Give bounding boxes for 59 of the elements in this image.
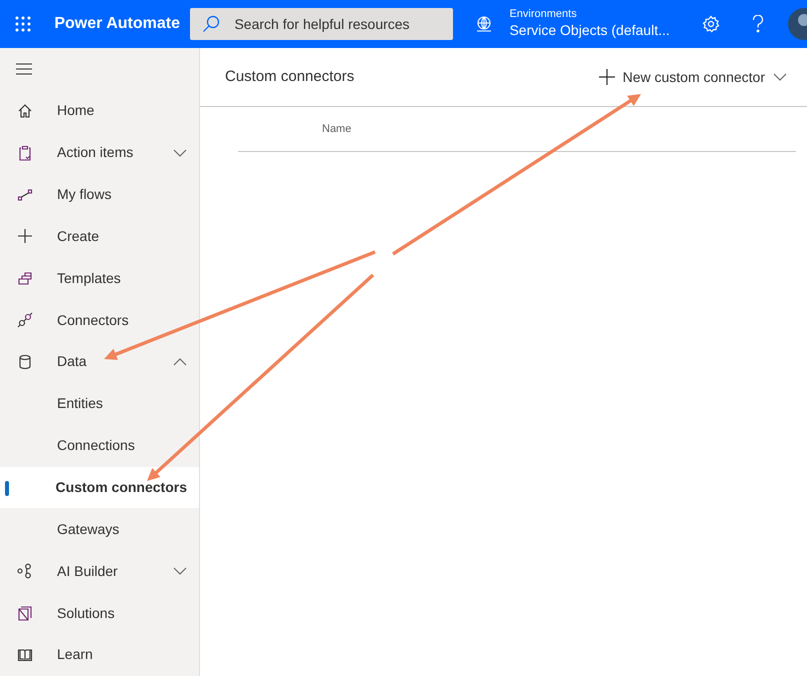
nav-label: Custom connectors	[56, 478, 187, 498]
chevron-up-icon	[173, 358, 187, 366]
clipboard-icon	[17, 144, 33, 161]
nav-label: Connectors	[57, 310, 130, 330]
nav-item[interactable]: Home	[0, 90, 199, 132]
nav-label: Gateways	[57, 520, 120, 539]
nav-label: Connections	[57, 436, 136, 456]
nav-item[interactable]: Data	[0, 341, 199, 383]
plus-icon	[17, 228, 33, 244]
selection-indicator	[5, 480, 9, 496]
nav-item[interactable]: AI Builder	[0, 550, 199, 592]
help-icon	[752, 15, 764, 33]
nav-label: Home	[57, 101, 96, 120]
nav-label: Data	[57, 352, 88, 372]
nav-item[interactable]: Custom connectors	[0, 466, 199, 508]
nav-label: Solutions	[57, 604, 116, 623]
plug-icon	[17, 312, 33, 328]
nav-item[interactable]: Entities	[0, 382, 199, 425]
database-icon	[17, 354, 33, 370]
menu-icon	[16, 62, 32, 75]
app-name: Power Automate	[54, 14, 181, 34]
globe-icon	[475, 15, 494, 33]
nav-item[interactable]: Action items	[0, 132, 199, 174]
environment-button[interactable]: Environments Service Objects (default...	[475, 8, 670, 40]
chevron-down-icon	[773, 73, 787, 81]
book-icon	[17, 646, 33, 663]
waffle-icon	[15, 16, 32, 32]
nav-item[interactable]: Connections	[0, 424, 199, 467]
nav-item[interactable]: My flows	[0, 174, 199, 216]
environment-label: Environments	[509, 8, 577, 22]
chevron-down-icon	[173, 567, 187, 576]
settings-icon	[702, 15, 720, 33]
page-title: Custom connectors	[225, 66, 354, 87]
nav-label: Templates	[57, 268, 122, 288]
nodes-icon	[17, 563, 33, 580]
nav-item[interactable]: Learn	[0, 634, 199, 676]
flow-icon	[17, 186, 33, 202]
nav-label: Create	[57, 226, 100, 246]
home-icon	[17, 102, 33, 119]
plus-icon	[598, 69, 615, 85]
avatar[interactable]	[787, 7, 807, 41]
nav-item[interactable]: Gateways	[0, 508, 199, 550]
nav-item[interactable]: Create	[0, 215, 199, 258]
nav-label: AI Builder	[57, 562, 119, 581]
nav-label: My flows	[57, 185, 112, 204]
new-connector-button[interactable]: New custom connector	[598, 66, 787, 88]
nav-label: Action items	[57, 143, 134, 162]
chevron-down-icon	[173, 148, 187, 157]
solutions-icon	[17, 605, 33, 622]
nav-item[interactable]: Templates	[0, 257, 199, 300]
search-field[interactable]: Search for helpful resources	[190, 8, 454, 40]
environment-name: Service Objects (default...	[509, 22, 670, 40]
search-icon	[202, 15, 220, 33]
templates-icon	[17, 270, 33, 286]
nav-item[interactable]: Connectors	[0, 299, 199, 342]
nav-item[interactable]: Solutions	[0, 592, 199, 634]
column-header[interactable]: Name	[322, 120, 352, 138]
nav-label: Learn	[57, 645, 94, 664]
nav-label: Entities	[57, 394, 104, 414]
